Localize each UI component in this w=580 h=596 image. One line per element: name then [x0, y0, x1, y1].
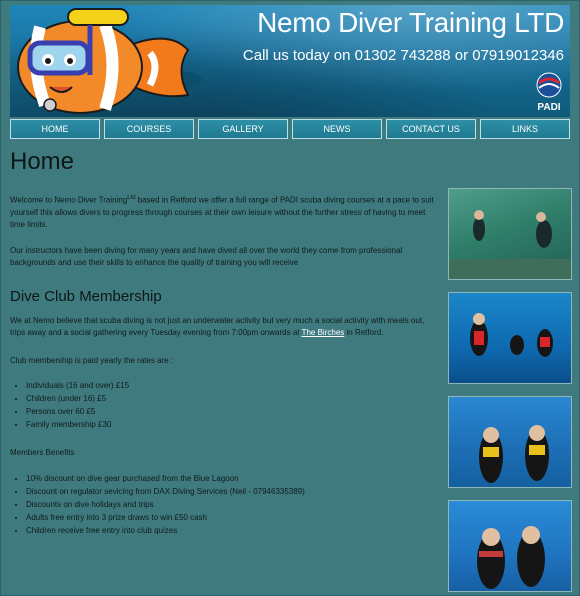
nav-item-gallery[interactable]: GALLERY [198, 119, 288, 139]
diver-photo-2 [448, 292, 572, 384]
diver-photo-1-illustration [449, 210, 571, 279]
nav-item-courses[interactable]: COURSES [104, 119, 194, 139]
club-text-end: in Retford. [344, 328, 384, 337]
diver-photo-1 [448, 188, 572, 280]
diver-photo-3-illustration [479, 425, 549, 483]
nav-item-links[interactable]: LINKS [480, 119, 570, 139]
intro-superscript: Ltd [127, 195, 136, 201]
phone-banner: Call us today on 01302 743288 or 0791901… [242, 47, 564, 64]
benefits-intro: Members Benefits [10, 448, 75, 457]
main-content: Home Welcome to Nemo Diver TrainingLtd b… [10, 148, 440, 535]
nav-item-contact-us[interactable]: CONTACT US [386, 119, 476, 139]
diver-photo-3 [448, 396, 572, 488]
clownfish-mascot-logo [17, 8, 202, 114]
list-item: Adults free entry into 3 prize draws to … [26, 511, 305, 524]
list-item: Children (under 16) £5 [26, 392, 129, 405]
nav-item-news[interactable]: NEWS [292, 119, 382, 139]
header-banner: Nemo Diver Training LTD Call us today on… [10, 5, 570, 117]
page-title: Home [10, 148, 75, 175]
intro-text-start: Welcome to Nemo Diver Training [10, 195, 128, 205]
padi-logo: PADI [536, 72, 562, 113]
instructors-paragraph: Our instructors have been diving for man… [10, 246, 403, 267]
list-item: Discounts on dive holidays and trips [26, 498, 305, 511]
list-item: 10% discount on dive gear purchased from… [26, 472, 305, 485]
list-item: Children receive free entry into club qu… [26, 524, 305, 537]
diver-photo-4 [448, 500, 572, 592]
benefits-list: 10% discount on dive gear purchased from… [10, 472, 305, 537]
diver-photo-2-illustration [470, 313, 553, 357]
club-paragraph: We at Nemo believe that scuba diving is … [10, 315, 440, 339]
rates-list: Individuals (16 and over) £15 Children (… [10, 379, 129, 431]
padi-logo-text: PADI [537, 102, 560, 113]
list-item: Discount on regulator sevicing from DAX … [26, 485, 305, 498]
rates-intro: Club membership is paid yearly the rates… [10, 356, 174, 365]
the-birches-link[interactable]: The Birches [302, 328, 345, 337]
list-item: Individuals (16 and over) £15 [26, 379, 129, 392]
diver-photo-4-illustration [477, 526, 545, 589]
intro-paragraph: Welcome to Nemo Diver TrainingLtd based … [10, 192, 440, 231]
list-item: Persons over 60 £5 [26, 405, 129, 418]
main-nav: HOME COURSES GALLERY NEWS CONTACT US LIN… [10, 119, 570, 139]
club-heading: Dive Club Membership [10, 288, 162, 305]
nav-item-home[interactable]: HOME [10, 119, 100, 139]
site-title: Nemo Diver Training LTD [257, 7, 564, 38]
list-item: Family membership £30 [26, 418, 129, 431]
